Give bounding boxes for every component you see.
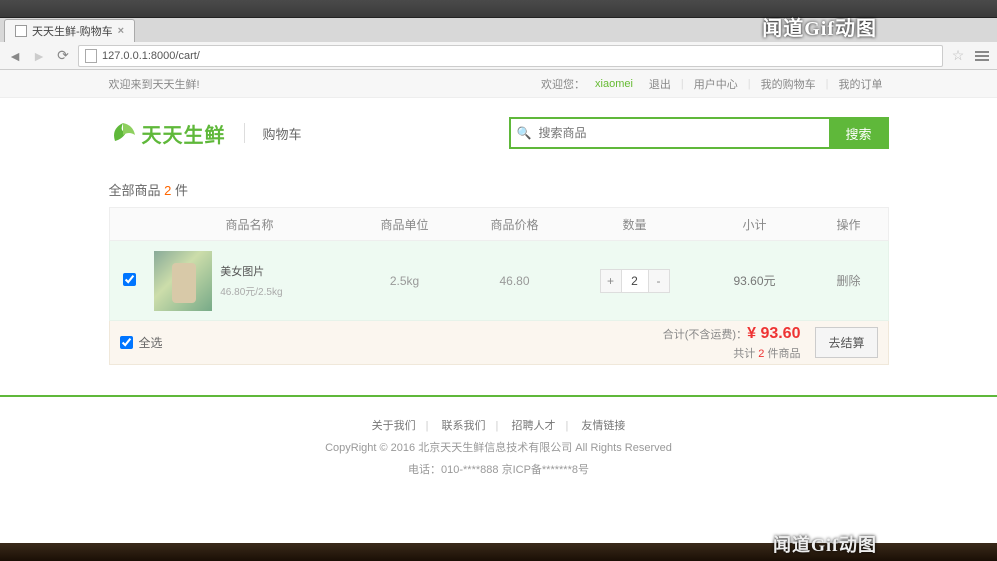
col-sub: 小计	[700, 216, 810, 233]
col-qty: 数量	[570, 216, 700, 233]
footer-friend[interactable]: 友情链接	[571, 420, 635, 432]
menu-icon	[975, 51, 989, 61]
close-icon[interactable]: ×	[118, 25, 124, 37]
search-form: 🔍 搜索	[509, 117, 889, 149]
topbar-links: 欢迎您： xiaomei 退出 | 用户中心 | 我的购物车 | 我的订单	[541, 76, 888, 92]
col-price: 商品价格	[460, 216, 570, 233]
col-unit: 商品单位	[350, 216, 460, 233]
total-amount: 93.60	[760, 325, 800, 342]
username-link[interactable]: xiaomei	[589, 78, 639, 90]
summary: 合计(不含运费)：¥ 93.60 共计 2 件商品	[663, 322, 801, 363]
welcome-text: 欢迎来到天天生鲜!	[109, 76, 200, 92]
site-topbar: 欢迎来到天天生鲜! 欢迎您： xiaomei 退出 | 用户中心 | 我的购物车…	[0, 70, 997, 98]
watermark: 闻道Gif动图	[762, 12, 877, 41]
leaf-icon	[109, 121, 137, 145]
cart-item-row: 美女图片 46.80元/2.5kg 2.5kg 46.80 + 2 - 93.6…	[109, 241, 889, 321]
watermark: 闻道Gif动图	[773, 531, 877, 557]
tel-icp: 电话：010-****888 京ICP备*******8号	[0, 459, 997, 481]
reload-button[interactable]: ⟳	[54, 47, 72, 65]
site-header: 天天生鲜 购物车 🔍 搜索	[109, 98, 889, 168]
greet-text: 欢迎您：	[541, 76, 585, 92]
page-icon	[85, 49, 97, 63]
usercenter-link[interactable]: 用户中心	[688, 76, 744, 92]
col-op: 操作	[810, 216, 888, 233]
address-bar[interactable]: 127.0.0.1:8000/cart/	[78, 45, 943, 67]
qty-minus-button[interactable]: -	[649, 270, 669, 292]
forward-button[interactable]: ►	[30, 47, 48, 65]
page-icon	[15, 25, 27, 37]
brand-text: 天天生鲜	[142, 119, 226, 148]
tab-title: 天天生鲜-购物车	[32, 23, 113, 39]
logout-link[interactable]: 退出	[643, 76, 677, 92]
col-name: 商品名称	[150, 216, 350, 233]
delete-link[interactable]: 删除	[836, 274, 860, 288]
page-content: 欢迎来到天天生鲜! 欢迎您： xiaomei 退出 | 用户中心 | 我的购物车…	[0, 70, 997, 499]
qty-value[interactable]: 2	[621, 270, 649, 292]
quantity-stepper: + 2 -	[600, 269, 670, 293]
footer-about[interactable]: 关于我们	[362, 420, 426, 432]
browser-toolbar: ◄ ► ⟳ 127.0.0.1:8000/cart/ ☆	[0, 42, 997, 70]
item-subtotal: 93.60元	[700, 272, 810, 289]
site-footer: 关于我们| 联系我们| 招聘人才| 友情链接 CopyRight © 2016 …	[0, 397, 997, 499]
item-unit: 2.5kg	[350, 274, 460, 288]
copyright: CopyRight © 2016 北京天天生鲜信息技术有限公司 All Righ…	[0, 437, 997, 459]
cart-section: 全部商品 2 件 商品名称 商品单位 商品价格 数量 小计 操作 美女图片 46…	[109, 168, 889, 365]
qty-plus-button[interactable]: +	[601, 270, 621, 292]
search-input[interactable]	[509, 117, 829, 149]
bookmark-button[interactable]: ☆	[949, 47, 967, 65]
product-image[interactable]	[154, 251, 213, 311]
cart-title: 全部商品 2 件	[109, 168, 889, 207]
selectall-label: 全选	[139, 334, 163, 351]
menu-button[interactable]	[973, 47, 991, 65]
cart-header-row: 商品名称 商品单位 商品价格 数量 小计 操作	[109, 207, 889, 241]
product-info: 46.80元/2.5kg	[220, 283, 349, 298]
back-button[interactable]: ◄	[6, 47, 24, 65]
logo[interactable]: 天天生鲜	[109, 119, 226, 148]
myorder-link[interactable]: 我的订单	[833, 76, 889, 92]
product-name[interactable]: 美女图片	[220, 263, 349, 279]
selectall-checkbox[interactable]	[120, 336, 133, 349]
search-button[interactable]: 搜索	[829, 117, 889, 149]
item-price: 46.80	[460, 274, 570, 288]
page-subtitle: 购物车	[263, 124, 302, 143]
search-icon: 🔍	[517, 126, 532, 140]
browser-tab[interactable]: 天天生鲜-购物车 ×	[4, 19, 135, 42]
cart-footer: 全选 合计(不含运费)：¥ 93.60 共计 2 件商品 去结算	[109, 321, 889, 365]
item-checkbox[interactable]	[123, 273, 136, 286]
checkout-button[interactable]: 去结算	[815, 327, 877, 358]
url-text: 127.0.0.1:8000/cart/	[102, 50, 200, 62]
footer-contact[interactable]: 联系我们	[432, 420, 496, 432]
footer-recruit[interactable]: 招聘人才	[501, 420, 565, 432]
mycart-link[interactable]: 我的购物车	[755, 76, 822, 92]
